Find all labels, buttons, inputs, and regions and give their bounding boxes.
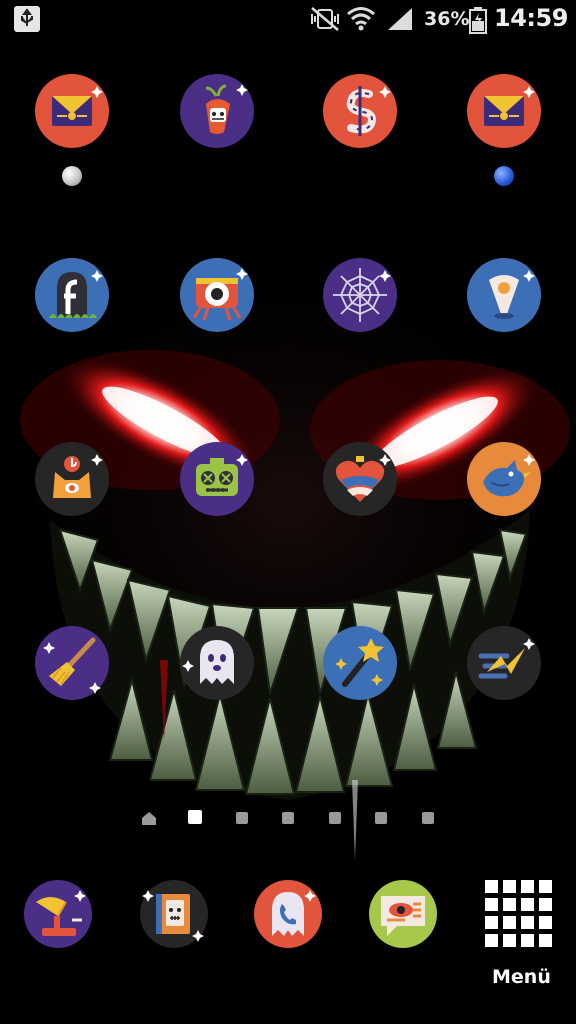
envelope-icon xyxy=(35,74,109,148)
broom-app[interactable] xyxy=(35,626,109,700)
lightning-icon xyxy=(467,626,541,700)
cat-eye-app[interactable] xyxy=(35,442,109,516)
lightning-messenger-app[interactable] xyxy=(467,626,541,700)
contacts-book-app[interactable] xyxy=(140,880,208,948)
zombie-robot-icon xyxy=(180,442,254,516)
messages-eye-app[interactable] xyxy=(369,880,437,948)
page-indicator[interactable] xyxy=(282,812,294,824)
blue-bird-app[interactable] xyxy=(467,442,541,516)
magic-wand-app[interactable] xyxy=(323,626,397,700)
bird-icon xyxy=(467,442,541,516)
speech-eye-icon xyxy=(369,880,437,948)
page-indicator[interactable] xyxy=(329,812,341,824)
usb-icon xyxy=(14,6,40,32)
dollar-bone-icon xyxy=(323,74,397,148)
vibrate-muted-icon xyxy=(308,6,342,36)
map-pin-icon xyxy=(467,258,541,332)
ghost-app[interactable] xyxy=(180,626,254,700)
camera-creature-app[interactable] xyxy=(180,258,254,332)
widget-dot-silver xyxy=(62,166,82,186)
facebook-tombstone-app[interactable] xyxy=(35,258,109,332)
spiderweb-app[interactable] xyxy=(323,258,397,332)
page-indicator[interactable] xyxy=(236,812,248,824)
gramophone-icon xyxy=(24,880,92,948)
page-indicator[interactable] xyxy=(422,812,434,824)
phone-icon xyxy=(254,880,322,948)
battery-percentage: 36% xyxy=(424,8,470,30)
page-indicator-active[interactable] xyxy=(188,810,202,824)
menu-label: Menü xyxy=(492,966,551,988)
spiderweb-icon xyxy=(323,258,397,332)
battery-charging-icon xyxy=(469,6,487,38)
app-grid-icon xyxy=(485,880,554,947)
carrot-face-icon xyxy=(180,74,254,148)
ghost-icon xyxy=(180,626,254,700)
page-indicator[interactable] xyxy=(375,812,387,824)
home-icon xyxy=(142,812,156,825)
magic-wand-icon xyxy=(323,626,397,700)
mail-envelope-app-2[interactable] xyxy=(467,74,541,148)
page-indicator-home[interactable] xyxy=(141,810,157,826)
heart-icon xyxy=(323,442,397,516)
phone-ghost-app[interactable] xyxy=(254,880,322,948)
carrot-app[interactable] xyxy=(180,74,254,148)
broom-icon xyxy=(35,626,109,700)
maps-pin-app[interactable] xyxy=(467,258,541,332)
wifi-icon xyxy=(346,5,376,37)
app-drawer-button[interactable]: Menü xyxy=(484,880,554,992)
gramophone-app[interactable] xyxy=(24,880,92,948)
heart-potion-app[interactable] xyxy=(323,442,397,516)
mail-envelope-app[interactable] xyxy=(35,74,109,148)
home-screen: 36% 14:59 Menü xyxy=(0,0,576,1024)
book-face-icon xyxy=(140,880,208,948)
camera-creature-icon xyxy=(180,258,254,332)
cat-eye-icon xyxy=(35,442,109,516)
zombie-radio-app[interactable] xyxy=(180,442,254,516)
tombstone-f-icon xyxy=(35,258,109,332)
status-bar: 36% 14:59 xyxy=(0,0,576,38)
widget-dot-blue xyxy=(494,166,514,186)
dollar-bone-app[interactable] xyxy=(323,74,397,148)
envelope-icon xyxy=(467,74,541,148)
cell-signal-icon xyxy=(386,6,414,36)
clock-time: 14:59 xyxy=(494,4,568,32)
